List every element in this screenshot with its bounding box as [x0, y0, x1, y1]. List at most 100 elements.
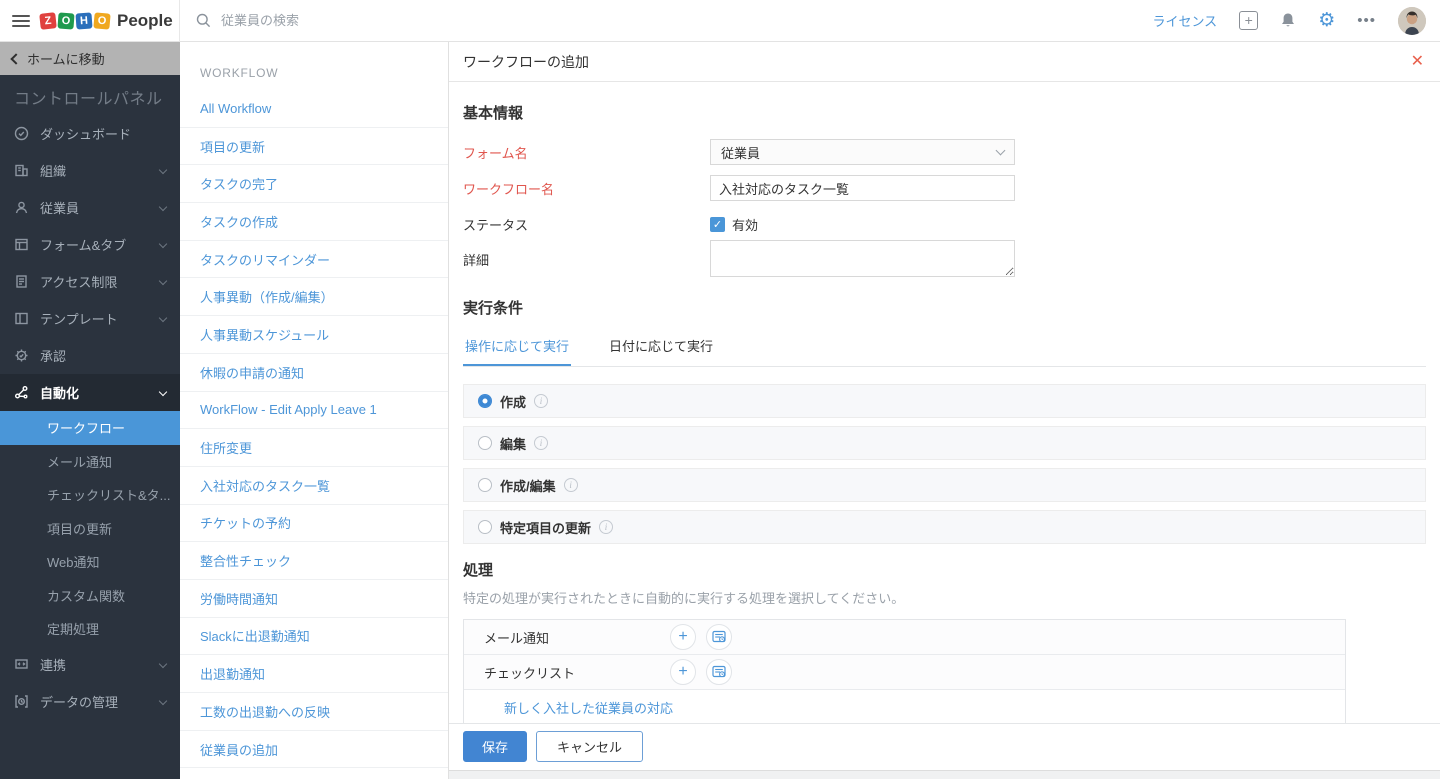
hamburger-menu-icon[interactable] [12, 12, 30, 30]
workflow-item-label: タスクの作成 [200, 214, 279, 230]
add-checklist-button[interactable]: + [670, 659, 696, 685]
license-link[interactable]: ライセンス [1152, 11, 1217, 30]
sidebar-subitem-field-update[interactable]: 項目の更新 [0, 512, 180, 546]
settings-gear-icon[interactable]: ⚙ [1318, 9, 1335, 32]
person-icon [14, 200, 30, 216]
workflow-item-label: 工数の出退勤への反映 [200, 704, 331, 720]
actions-table: メール通知 + チェックリスト + 新しく入社した従業員の対応 [463, 619, 1346, 723]
status-checkbox[interactable]: ✓ [710, 217, 725, 232]
workflow-list-item[interactable]: Slackに出退勤通知 [180, 618, 448, 656]
sidebar-subitem-web-notification[interactable]: Web通知 [0, 545, 180, 579]
sidebar-subitem-scheduled-process[interactable]: 定期処理 [0, 612, 180, 646]
sidebar-item-access-control[interactable]: アクセス制限 [0, 263, 180, 300]
notifications-bell-icon[interactable] [1280, 12, 1296, 29]
sidebar-item-approvals[interactable]: 承認 [0, 337, 180, 374]
add-email-notification-button[interactable]: + [670, 624, 696, 650]
option-label: 編集 [500, 436, 527, 452]
sidebar-item-label: データの管理 [40, 694, 119, 710]
sidebar-item-label: ダッシュボード [40, 127, 132, 142]
option-label: 作成 [500, 394, 527, 410]
sidebar-item-data-management[interactable]: データの管理 [0, 683, 180, 720]
workflow-list-item[interactable]: タスクの完了 [180, 165, 448, 204]
logo-tile-o2: O [93, 11, 111, 30]
workflow-list-item[interactable]: 整合性チェック [180, 542, 448, 580]
option-create-edit[interactable]: 作成/編集 i [463, 468, 1426, 502]
more-options-icon[interactable]: ••• [1357, 12, 1376, 29]
view-checklists-icon[interactable] [706, 659, 732, 685]
workflow-list-item[interactable]: 項目の更新 [180, 128, 448, 166]
chevron-left-icon [10, 52, 22, 65]
form-icon [14, 237, 30, 253]
tab-on-date[interactable]: 日付に応じて実行 [607, 330, 715, 366]
sidebar-subitem-checklist[interactable]: チェックリスト&タ... [0, 478, 180, 512]
workflow-item-label: 住所変更 [200, 441, 253, 457]
sidebar-subitem-workflow[interactable]: ワークフロー [0, 411, 180, 445]
status-label: ステータス [463, 218, 529, 233]
sidebar-item-forms-tabs[interactable]: フォーム&タブ [0, 226, 180, 263]
condition-tabs: 操作に応じて実行 日付に応じて実行 [463, 330, 1426, 367]
checklist-entry-link[interactable]: 新しく入社した従業員の対応 [504, 698, 673, 717]
workflow-name-row: ワークフロー名 [463, 175, 1426, 201]
sidebar-subitem-custom-function[interactable]: カスタム関数 [0, 579, 180, 613]
workflow-list-item[interactable]: All Workflow [180, 90, 448, 128]
integration-icon [14, 656, 30, 672]
workflow-list-item[interactable]: 人事異動（作成/編集） [180, 278, 448, 317]
workflow-list-item[interactable]: 入社対応のタスク一覧 [180, 467, 448, 505]
cancel-button[interactable]: キャンセル [536, 731, 644, 762]
workflow-name-label: ワークフロー名 [463, 181, 555, 197]
zoho-logo[interactable]: Z O H O People [39, 11, 173, 31]
form-name-select[interactable]: 従業員 [710, 139, 1015, 165]
info-icon: i [534, 436, 549, 450]
workflow-list-item[interactable]: 労働時間通知 [180, 580, 448, 618]
sidebar-item-templates[interactable]: テンプレート [0, 300, 180, 337]
workflow-list-item[interactable]: WorkFlow - Edit Apply Leave 1 [180, 392, 448, 430]
save-button[interactable]: 保存 [463, 731, 528, 762]
workflow-name-input[interactable] [710, 175, 1015, 201]
option-create[interactable]: 作成 i [463, 384, 1426, 418]
option-edit[interactable]: 編集 i [463, 426, 1426, 460]
workflow-list-item[interactable]: タスクのリマインダー [180, 241, 448, 279]
view-email-notifications-icon[interactable] [706, 624, 732, 650]
sidebar-item-label: 従業員 [40, 201, 80, 216]
control-panel-sidebar: ホームに移動 コントロールパネル ダッシュボード 組織 従業員 フォーム&タブ [0, 42, 180, 779]
tab-on-action[interactable]: 操作に応じて実行 [463, 330, 572, 366]
form-footer: 保存 キャンセル [449, 723, 1440, 770]
approval-gear-icon [14, 348, 30, 364]
sidebar-subitem-email-notification[interactable]: メール通知 [0, 445, 180, 479]
panel-body: 基本情報 フォーム名 従業員 ワークフロー名 ステータス ✓ 有効 詳細 [449, 82, 1440, 723]
description-textarea[interactable] [710, 240, 1015, 277]
logo-tile-h: H [75, 11, 93, 30]
sidebar-subitem-label: カスタム関数 [47, 588, 126, 604]
workflow-list-item[interactable]: 住所変更 [180, 429, 448, 467]
add-new-icon[interactable]: + [1239, 11, 1259, 30]
workflow-list-item[interactable]: タスクの作成 [180, 203, 448, 241]
sidebar-item-employees[interactable]: 従業員 [0, 189, 180, 226]
workflow-item-label: 人事異動（作成/編集） [200, 290, 334, 306]
close-icon[interactable]: ✕ [1411, 53, 1424, 70]
info-icon: i [599, 520, 614, 534]
workflow-item-label: 休暇の申請の通知 [200, 365, 305, 381]
user-avatar[interactable] [1398, 6, 1426, 35]
workflow-item-label: WorkFlow - Edit Apply Leave 1 [200, 402, 377, 418]
chevron-down-icon [158, 313, 168, 323]
workflow-list-item[interactable]: 休暇の申請の通知 [180, 354, 448, 392]
sidebar-item-dashboard[interactable]: ダッシュボード [0, 115, 180, 152]
sidebar-item-organization[interactable]: 組織 [0, 152, 180, 189]
workflow-item-label: タスクのリマインダー [200, 252, 331, 268]
document-icon [14, 274, 30, 290]
workflow-list-item[interactable]: 出退勤通知 [180, 655, 448, 693]
sidebar-item-automation[interactable]: 自動化 [0, 374, 180, 411]
sidebar-item-label: テンプレート [40, 312, 118, 327]
workflow-list-item[interactable]: 工数の出退勤への反映 [180, 693, 448, 731]
description-row: 詳細 [463, 240, 1426, 277]
workflow-list-item[interactable]: チケットの予約 [180, 505, 448, 543]
option-specific-field-update[interactable]: 特定項目の更新 i [463, 510, 1426, 544]
sidebar-item-integrations[interactable]: 連携 [0, 646, 180, 683]
search-input[interactable] [221, 13, 621, 28]
workflow-item-label: 労働時間通知 [200, 591, 279, 607]
workflow-list-item[interactable]: 人事異動スケジュール [180, 316, 448, 354]
chevron-down-icon [158, 202, 168, 212]
back-to-home[interactable]: ホームに移動 [0, 42, 180, 75]
action-row-label: チェックリスト [484, 665, 576, 681]
workflow-list-item[interactable]: 従業員の追加 [180, 731, 448, 769]
